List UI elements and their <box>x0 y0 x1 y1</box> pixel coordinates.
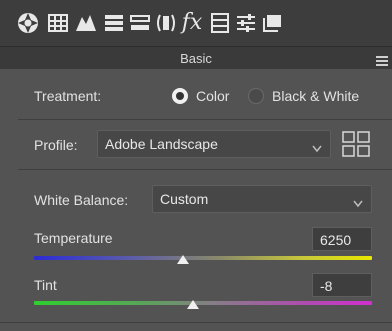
chevron-down-icon <box>353 195 363 208</box>
divider <box>18 119 392 120</box>
tint-value: -8 <box>320 278 333 294</box>
camera-calibration-icon[interactable] <box>206 8 234 38</box>
split-toning-icon[interactable] <box>126 8 154 38</box>
treatment-color-radio[interactable] <box>172 88 188 104</box>
treatment-bw-radio[interactable] <box>248 88 264 104</box>
aperture-icon[interactable] <box>14 8 42 38</box>
divider <box>0 322 392 323</box>
camera-raw-basic-panel: fx Basic Treatment: Color Black & White … <box>0 0 392 331</box>
treatment-label: Treatment: <box>34 88 102 104</box>
lens-corrections-icon[interactable] <box>152 8 180 38</box>
presets-sliders-icon[interactable] <box>232 8 260 38</box>
tint-label: Tint <box>34 277 57 293</box>
hsl-panel-icon[interactable] <box>100 8 128 38</box>
snapshots-icon[interactable] <box>258 8 286 38</box>
temperature-slider-thumb[interactable] <box>176 255 189 264</box>
effects-fx-icon[interactable]: fx <box>178 8 206 38</box>
treatment-color-label[interactable]: Color <box>196 88 229 104</box>
tint-input[interactable]: -8 <box>312 273 372 297</box>
panel-title: Basic <box>180 51 212 66</box>
temperature-slider-track[interactable] <box>34 256 372 260</box>
divider <box>18 169 392 170</box>
treatment-bw-label[interactable]: Black & White <box>272 88 359 104</box>
profile-label: Profile: <box>34 137 78 153</box>
tint-slider-track[interactable] <box>34 301 372 305</box>
histogram-grid-icon[interactable] <box>44 8 72 38</box>
temperature-input[interactable]: 6250 <box>312 227 372 251</box>
chevron-down-icon <box>312 140 322 153</box>
profile-value: Adobe Landscape <box>105 136 218 152</box>
profile-select[interactable]: Adobe Landscape <box>97 130 331 158</box>
white-balance-value: Custom <box>160 191 209 207</box>
temperature-label: Temperature <box>34 230 113 246</box>
white-balance-label: White Balance: <box>34 192 129 208</box>
tone-curve-icon[interactable] <box>72 8 100 38</box>
temperature-value: 6250 <box>320 232 352 248</box>
profile-browser-grid-icon[interactable] <box>342 131 370 157</box>
panel-menu-icon[interactable] <box>376 53 388 66</box>
panel-header: Basic <box>0 46 392 69</box>
white-balance-select[interactable]: Custom <box>152 185 372 213</box>
tint-slider-thumb[interactable] <box>186 300 199 309</box>
panel-toolbar: fx <box>0 0 392 46</box>
